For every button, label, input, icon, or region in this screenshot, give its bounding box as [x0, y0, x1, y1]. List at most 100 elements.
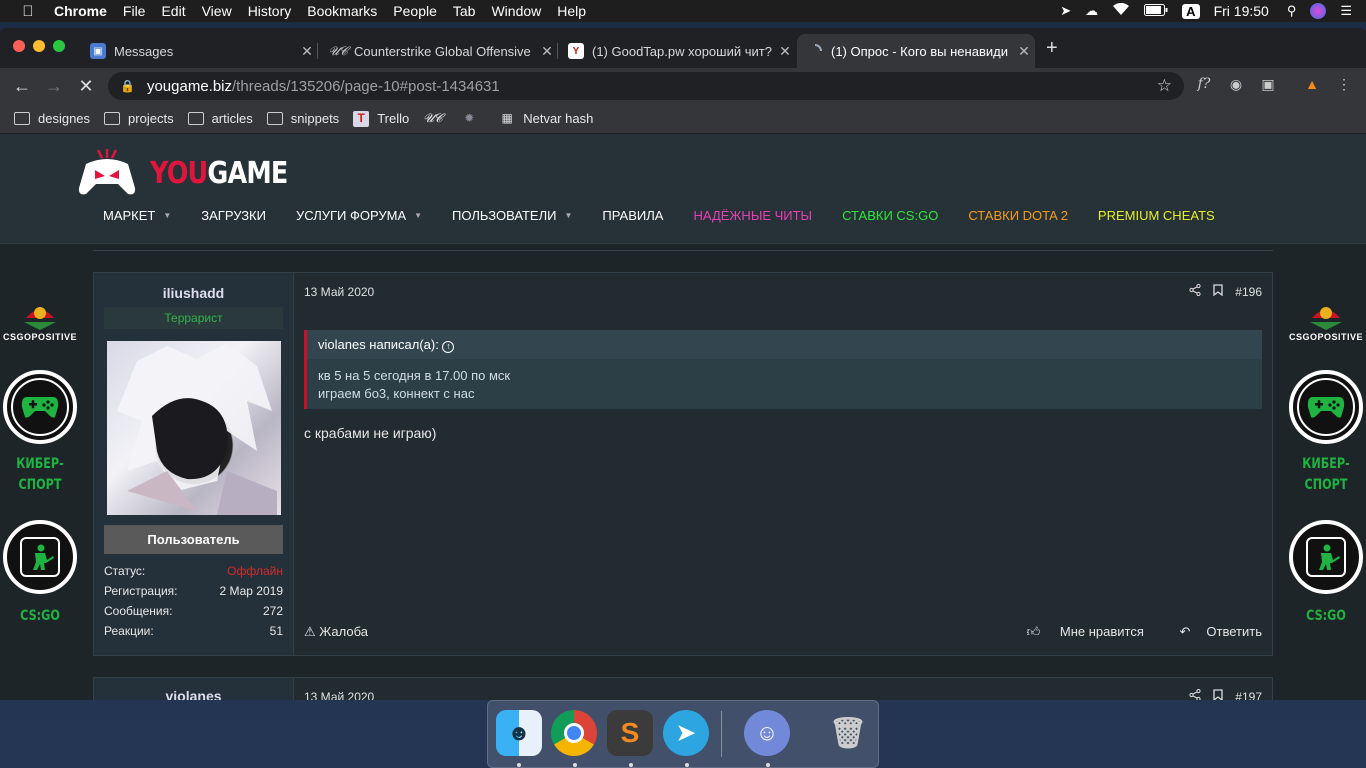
- close-icon[interactable]: ✕: [296, 43, 318, 60]
- nav-item-2[interactable]: УСЛУГИ ФОРУМА ▼: [296, 208, 422, 223]
- menu-app[interactable]: Chrome: [54, 3, 107, 19]
- bookmark-uc[interactable]: 𝓤𝓒: [423, 111, 447, 127]
- share-icon[interactable]: [1189, 688, 1201, 700]
- close-icon[interactable]: ✕: [1013, 43, 1035, 60]
- menu-help[interactable]: Help: [557, 3, 586, 19]
- bookmark-spinner[interactable]: ✹: [461, 111, 485, 127]
- csgopositive-logo[interactable]: CSGOPOSITIVE: [1287, 304, 1365, 350]
- tab-title: Counterstrike Global Offensive: [354, 43, 531, 59]
- tab-active-poll[interactable]: (1) Опрос - Кого вы ненавиди ✕: [797, 34, 1035, 68]
- battery-icon[interactable]: [1144, 3, 1168, 19]
- menu-bookmarks[interactable]: Bookmarks: [307, 3, 377, 19]
- close-icon[interactable]: ✕: [774, 43, 796, 60]
- menu-file[interactable]: File: [123, 3, 146, 19]
- username-link[interactable]: iliushadd: [94, 285, 293, 301]
- quote-header[interactable]: violanes написал(а): ↑: [307, 330, 1262, 359]
- report-link[interactable]: ⚠ Жалоба: [304, 624, 368, 640]
- chevron-down-icon[interactable]: ▼: [414, 211, 422, 220]
- minimize-window-button[interactable]: [33, 40, 45, 52]
- camera-extension-icon[interactable]: ◉: [1226, 76, 1246, 96]
- nav-item-1[interactable]: ЗАГРУЗКИ: [201, 208, 266, 223]
- gamepad-circle-icon[interactable]: [3, 370, 77, 444]
- notification-center-icon[interactable]: ☰: [1340, 3, 1352, 19]
- menu-tab[interactable]: Tab: [453, 3, 476, 19]
- sublime-text-icon[interactable]: S: [607, 710, 653, 756]
- chevron-down-icon[interactable]: ▼: [564, 211, 572, 220]
- menu-people[interactable]: People: [393, 3, 437, 19]
- back-button[interactable]: ←: [6, 76, 38, 97]
- web-page: YOUGAME МАРКЕТ ▼ ЗАГРУЗКИ УСЛУГИ ФОРУМА ▼ ПОЛ…: [0, 134, 1366, 700]
- clock[interactable]: Fri 19:50: [1214, 3, 1269, 19]
- yougame-icon: Y: [568, 43, 584, 59]
- soldier-circle-icon[interactable]: [1289, 520, 1363, 594]
- username-link[interactable]: violanes: [94, 688, 293, 700]
- telegram-status-icon[interactable]: ➤: [1060, 3, 1071, 19]
- bookmark-projects[interactable]: projects: [104, 111, 174, 126]
- bookmark-snippets[interactable]: snippets: [266, 111, 339, 126]
- soldier-circle-icon[interactable]: [3, 520, 77, 594]
- nav-item-5[interactable]: НАДЁЖНЫЕ ЧИТЫ: [693, 208, 812, 223]
- chevron-down-icon[interactable]: ▼: [163, 211, 171, 220]
- close-icon[interactable]: ✕: [536, 43, 558, 60]
- menu-window[interactable]: Window: [491, 3, 541, 19]
- metamask-extension-icon[interactable]: ▲: [1302, 76, 1322, 96]
- forward-button[interactable]: →: [38, 76, 70, 97]
- csgopositive-logo[interactable]: CSGOPOSITIVE: [1, 304, 79, 350]
- nav-item-4[interactable]: ПРАВИЛА: [602, 208, 663, 223]
- reply-button[interactable]: ↶ Ответить: [1164, 624, 1262, 639]
- menu-history[interactable]: History: [248, 3, 292, 19]
- box-extension-icon[interactable]: ▣: [1258, 76, 1278, 96]
- wifi-icon[interactable]: [1112, 2, 1130, 19]
- nav-item-6[interactable]: СТАВКИ CS:GO: [842, 208, 938, 223]
- discord-icon[interactable]: ☺: [744, 710, 790, 756]
- spotlight-search-icon[interactable]: ⚲: [1287, 3, 1297, 19]
- yougame-logo[interactable]: YOUGAME: [78, 148, 312, 198]
- chrome-icon[interactable]: [551, 710, 597, 756]
- bookmark-netvar-hash[interactable]: ▦ Netvar hash: [499, 110, 594, 127]
- new-tab-button[interactable]: +: [1046, 37, 1058, 60]
- stop-loading-button[interactable]: ✕: [70, 76, 102, 97]
- nav-item-8[interactable]: PREMIUM CHEATS: [1098, 208, 1215, 223]
- bookmark-designes[interactable]: designes: [14, 111, 90, 126]
- nav-item-0[interactable]: МАРКЕТ ▼: [103, 208, 171, 223]
- post-number[interactable]: #196: [1235, 285, 1262, 299]
- gamepad-circle-icon[interactable]: [1289, 370, 1363, 444]
- trash-icon[interactable]: 🗑︎: [825, 710, 871, 756]
- menu-edit[interactable]: Edit: [161, 3, 185, 19]
- close-window-button[interactable]: [13, 40, 25, 52]
- bookmark-icon[interactable]: [1213, 689, 1223, 700]
- fx-extension-icon[interactable]: f?: [1194, 76, 1214, 96]
- telegram-icon[interactable]: ➤: [663, 710, 709, 756]
- post-date[interactable]: 13 Май 2020: [304, 285, 374, 299]
- nav-item-7[interactable]: СТАВКИ DOTA 2: [968, 208, 1068, 223]
- bookmark-articles[interactable]: articles: [187, 111, 253, 126]
- left-ad-banner[interactable]: CSGOPOSITIVE КИБЕР- СПОРТ CS:GO: [1, 304, 79, 627]
- zoom-window-button[interactable]: [53, 40, 65, 52]
- apple-icon[interactable]: : [20, 3, 36, 20]
- tab-counterstrike[interactable]: 𝓤𝓒 Counterstrike Global Offensive ✕: [320, 34, 558, 68]
- chrome-menu-icon[interactable]: ⋮: [1334, 76, 1354, 96]
- csgo-label: CS:GO: [1306, 608, 1346, 624]
- bookmark-icon[interactable]: [1213, 284, 1223, 299]
- siri-icon[interactable]: [1310, 3, 1327, 19]
- tab-goodtap[interactable]: Y (1) GoodTap.pw хороший чит? ✕: [558, 34, 796, 68]
- bookmark-label: Trello: [377, 111, 410, 126]
- address-bar[interactable]: 🔒 yougame.biz /threads/135206/page-10#po…: [108, 72, 1184, 100]
- like-button[interactable]: 👍︎ Мне нравится: [1011, 624, 1144, 639]
- share-icon[interactable]: [1189, 283, 1201, 299]
- creative-cloud-icon[interactable]: ☁: [1085, 3, 1098, 19]
- go-to-quote-icon[interactable]: ↑: [442, 341, 455, 353]
- avatar[interactable]: [107, 341, 281, 515]
- post-number[interactable]: #197: [1235, 690, 1262, 701]
- post-date[interactable]: 13 Май 2020: [304, 690, 374, 700]
- bookmark-trello[interactable]: T Trello: [353, 110, 410, 127]
- input-source-icon[interactable]: A: [1182, 3, 1200, 19]
- right-ad-banner[interactable]: CSGOPOSITIVE КИБЕР- СПОРТ CS:GO: [1287, 304, 1365, 627]
- bookmark-star-icon[interactable]: ☆: [1157, 76, 1172, 96]
- lock-icon[interactable]: 🔒: [120, 79, 135, 93]
- qr-icon: ▦: [501, 110, 513, 125]
- finder-icon[interactable]: ☻: [496, 710, 542, 756]
- menu-view[interactable]: View: [202, 3, 232, 19]
- tab-messages[interactable]: ▣ Messages ✕: [80, 34, 318, 68]
- nav-item-3[interactable]: ПОЛЬЗОВАТЕЛИ ▼: [452, 208, 572, 223]
